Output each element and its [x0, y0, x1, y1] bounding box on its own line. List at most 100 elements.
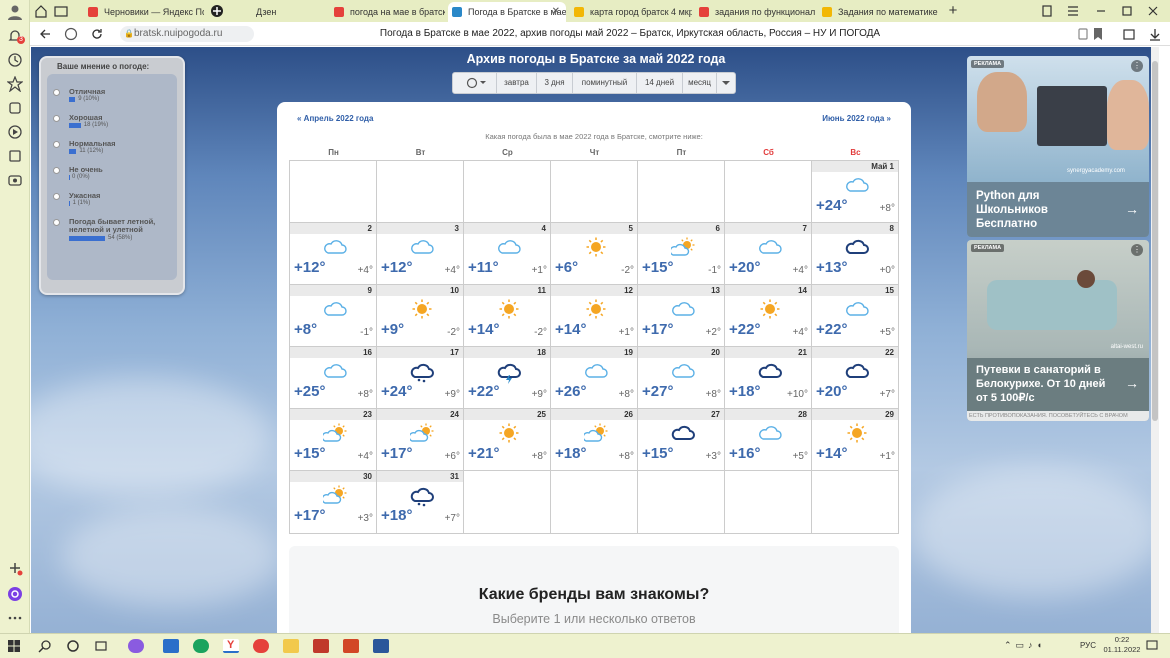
radio-button[interactable]: [53, 89, 60, 96]
collections-icon[interactable]: [7, 100, 23, 116]
day-cell[interactable]: 25 +21° +8°: [463, 409, 550, 471]
notes-icon[interactable]: [7, 148, 23, 164]
nav-minutely[interactable]: поминутный: [573, 73, 637, 93]
restore-icon[interactable]: [1120, 4, 1134, 18]
arrow-right-icon[interactable]: →: [1125, 375, 1139, 391]
play-icon[interactable]: [7, 124, 23, 140]
notifications-icon[interactable]: 3: [7, 28, 25, 44]
tab-2[interactable]: погода на мае в братске: [330, 2, 445, 22]
day-cell[interactable]: 18 +22° +9°: [463, 347, 550, 409]
scrollbar[interactable]: [1151, 47, 1159, 633]
day-cell[interactable]: 11 +14° -2°: [463, 285, 550, 347]
day-cell[interactable]: 9 +8° -1°: [289, 285, 376, 347]
day-cell[interactable]: 27 +15° +3°: [637, 409, 724, 471]
powerpoint-icon[interactable]: [343, 639, 359, 653]
scrollbar-thumb[interactable]: [1152, 61, 1158, 421]
nav-more-dropdown[interactable]: [717, 73, 735, 93]
yandex-protect-icon[interactable]: [64, 27, 78, 41]
day-cell[interactable]: 20 +27° +8°: [637, 347, 724, 409]
window-close-icon[interactable]: [1146, 4, 1160, 18]
yandex-icon[interactable]: [253, 639, 269, 653]
tab-5[interactable]: задания по функциональной: [695, 2, 815, 22]
day-cell[interactable]: 24 +17° +6°: [376, 409, 463, 471]
add-icon[interactable]: [7, 560, 23, 576]
day-cell[interactable]: 10 +9° -2°: [376, 285, 463, 347]
day-cell[interactable]: 13 +17° +2°: [637, 285, 724, 347]
radio-button[interactable]: [53, 115, 60, 122]
nav-3days[interactable]: 3 дня: [537, 73, 573, 93]
day-cell[interactable]: Май 1 +24° +8°: [811, 161, 898, 223]
day-cell[interactable]: 28 +16° +5°: [724, 409, 811, 471]
nav-14days[interactable]: 14 дней: [637, 73, 683, 93]
day-cell[interactable]: 21 +18° +10°: [724, 347, 811, 409]
url-field[interactable]: 🔒 bratsk.nuipogoda.ru: [120, 26, 254, 42]
tab-1[interactable]: Дзен: [236, 2, 326, 22]
day-cell[interactable]: 5 +6° -2°: [550, 223, 637, 285]
word-icon[interactable]: [373, 639, 389, 653]
mail-taskbar-icon[interactable]: [163, 639, 179, 653]
day-cell[interactable]: 19 +26° +8°: [550, 347, 637, 409]
explorer-icon[interactable]: [283, 639, 299, 653]
ad-menu-icon[interactable]: ⋮: [1131, 60, 1143, 72]
day-cell[interactable]: 22 +20° +7°: [811, 347, 898, 409]
day-cell[interactable]: 26 +18° +8°: [550, 409, 637, 471]
history-dropdown-button[interactable]: [453, 73, 497, 93]
search-icon[interactable]: [38, 639, 52, 653]
day-cell[interactable]: 30 +17° +3°: [289, 471, 376, 533]
radio-button[interactable]: [53, 141, 60, 148]
task-view-icon[interactable]: [94, 639, 108, 653]
minimize-icon[interactable]: [1094, 4, 1108, 18]
day-cell[interactable]: 4 +11° +1°: [463, 223, 550, 285]
bookmarks-icon[interactable]: [6, 75, 24, 93]
next-month-link[interactable]: Июнь 2022 года »: [822, 114, 891, 123]
day-cell[interactable]: 8 +13° +0°: [811, 223, 898, 285]
day-cell[interactable]: 15 +22° +5°: [811, 285, 898, 347]
day-cell[interactable]: 29 +14° +1°: [811, 409, 898, 471]
bookmark-icon[interactable]: [1092, 27, 1104, 41]
new-tab-icon[interactable]: +: [945, 3, 961, 19]
radio-button[interactable]: [53, 167, 60, 174]
history-icon[interactable]: [7, 52, 23, 68]
alice-icon[interactable]: [7, 586, 23, 602]
close-icon[interactable]: ✕: [552, 2, 560, 22]
yandex-browser-icon[interactable]: Y: [223, 639, 239, 653]
alice-taskbar-icon[interactable]: [128, 639, 144, 653]
home-icon[interactable]: [34, 4, 48, 18]
day-cell[interactable]: 2 +12° +4°: [289, 223, 376, 285]
permissions-icon[interactable]: [1076, 27, 1090, 41]
day-cell[interactable]: 6 +15° -1°: [637, 223, 724, 285]
day-cell[interactable]: 17 +24° +9°: [376, 347, 463, 409]
tabs-overview-icon[interactable]: [54, 4, 68, 18]
arrow-right-icon[interactable]: →: [1125, 201, 1139, 217]
tab-0[interactable]: Черновики — Яндекс Почта: [84, 2, 204, 22]
nav-month[interactable]: месяц: [683, 73, 717, 93]
radio-button[interactable]: [53, 219, 60, 226]
day-cell[interactable]: 14 +22° +4°: [724, 285, 811, 347]
ad-python[interactable]: РЕКЛАМА ⋮ synergyacademy.com Python для …: [967, 56, 1149, 237]
day-cell[interactable]: 7 +20° +4°: [724, 223, 811, 285]
collections-tab-icon[interactable]: [1040, 4, 1054, 18]
ad-menu-icon[interactable]: ⋮: [1131, 244, 1143, 256]
action-center-icon[interactable]: [1146, 640, 1158, 652]
back-icon[interactable]: [38, 27, 52, 41]
prev-month-link[interactable]: « Апрель 2022 года: [297, 114, 373, 123]
download-icon[interactable]: [1148, 27, 1162, 41]
language-indicator[interactable]: РУС: [1080, 641, 1096, 650]
day-cell[interactable]: 31 +18° +7°: [376, 471, 463, 533]
radio-button[interactable]: [53, 193, 60, 200]
day-cell[interactable]: 23 +15° +4°: [289, 409, 376, 471]
ad-sanatorium[interactable]: РЕКЛАМА ⋮ altai-west.ru Путевки в санато…: [967, 240, 1149, 421]
menu-icon[interactable]: [1066, 4, 1080, 18]
start-icon[interactable]: [8, 640, 20, 652]
app-icon[interactable]: [313, 639, 329, 653]
edge-icon[interactable]: [193, 639, 209, 653]
tab-4[interactable]: карта город братск 4 мкр: [570, 2, 692, 22]
more-icon[interactable]: [7, 610, 23, 626]
extensions-icon[interactable]: [1122, 27, 1136, 41]
day-cell[interactable]: 12 +14° +1°: [550, 285, 637, 347]
day-cell[interactable]: 16 +25° +8°: [289, 347, 376, 409]
tab-6[interactable]: Задания по математике д: [818, 2, 938, 22]
nav-tomorrow[interactable]: завтра: [497, 73, 537, 93]
profile-icon[interactable]: [7, 4, 23, 20]
day-cell[interactable]: 3 +12° +4°: [376, 223, 463, 285]
